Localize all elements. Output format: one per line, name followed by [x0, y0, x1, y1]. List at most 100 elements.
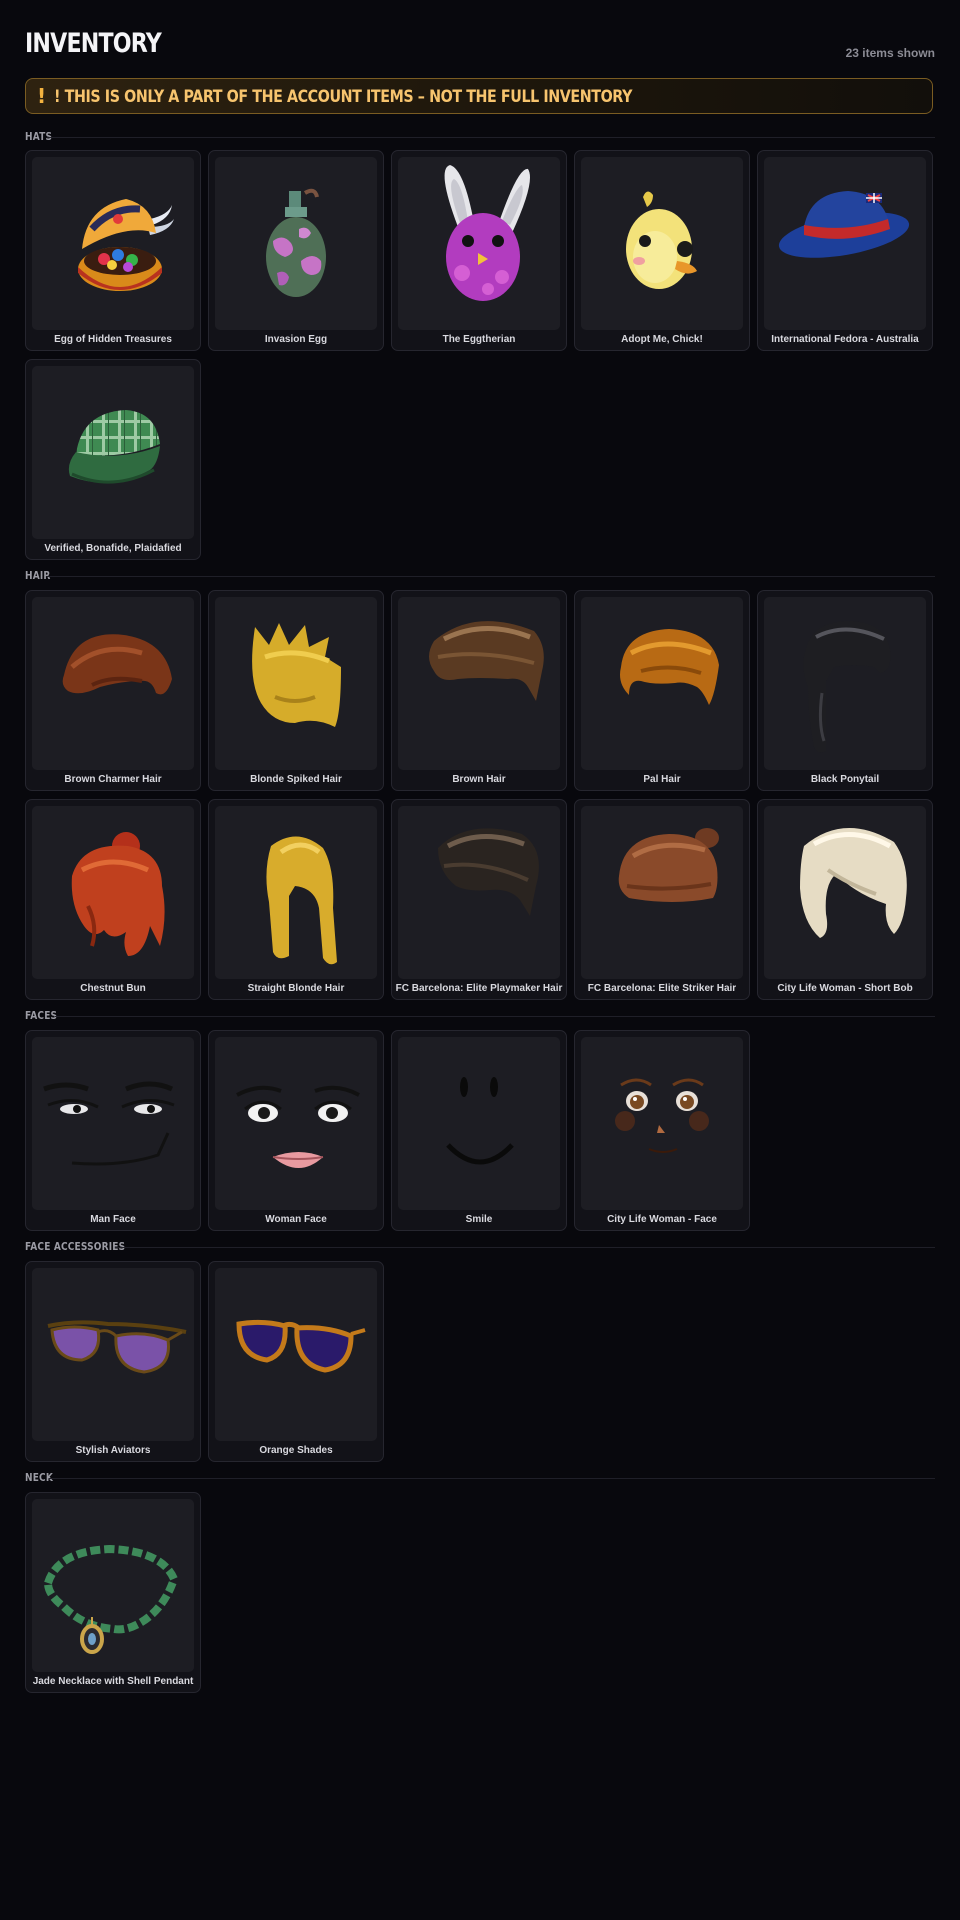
item-thumbnail	[581, 597, 743, 770]
item-card[interactable]: Orange Shades	[208, 1261, 384, 1462]
face-icon	[236, 1085, 360, 1168]
smile-icon	[446, 1077, 514, 1165]
item-card[interactable]: Chestnut Bun	[25, 799, 201, 1000]
item-name: Invasion Egg	[264, 334, 328, 345]
item-card[interactable]: Smile	[391, 1030, 567, 1231]
item-thumbnail	[32, 597, 194, 770]
item-name: FC Barcelona: Elite Striker Hair	[587, 983, 737, 994]
hair-icon	[800, 827, 907, 938]
item-name: Egg of Hidden Treasures	[54, 334, 172, 345]
face-icon	[43, 1081, 175, 1166]
item-card[interactable]: Man Face	[25, 1030, 201, 1231]
item-name: Jade Necklace with Shell Pendant	[32, 1676, 194, 1687]
plaid-cap-icon	[68, 410, 160, 484]
hair-icon	[62, 634, 172, 695]
section-divider	[47, 137, 935, 138]
item-card[interactable]: FC Barcelona: Elite Striker Hair	[574, 799, 750, 1000]
item-thumbnail	[764, 157, 926, 330]
fedora-icon	[778, 191, 910, 258]
item-card[interactable]: Adopt Me, Chick!	[574, 150, 750, 351]
item-thumbnail	[398, 1037, 560, 1210]
item-thumbnail	[215, 1268, 377, 1441]
item-thumbnail	[215, 1037, 377, 1210]
section-divider	[47, 576, 935, 577]
item-thumbnail	[32, 1268, 194, 1441]
item-thumbnail	[581, 157, 743, 330]
item-name: Straight Blonde Hair	[247, 983, 345, 994]
hair-icon	[803, 621, 891, 753]
item-card[interactable]: The Eggtherian	[391, 150, 567, 351]
hair-icon	[252, 623, 341, 727]
face-icon	[615, 1078, 709, 1153]
chick-icon	[626, 191, 697, 289]
item-name: Man Face	[90, 1214, 136, 1225]
exclamation-icon: !	[37, 84, 47, 108]
item-name: City Life Woman - Face	[607, 1214, 717, 1225]
item-name: Woman Face	[265, 1214, 327, 1225]
item-thumbnail	[215, 157, 377, 330]
item-name: Brown Hair	[452, 774, 506, 785]
item-name: FC Barcelona: Elite Playmaker Hair	[395, 983, 563, 994]
item-name: Adopt Me, Chick!	[621, 334, 703, 345]
section-face-accessories: FACE ACCESSORIES	[25, 1240, 935, 1254]
items-count: 23 items shown	[845, 46, 935, 60]
section-title: FACES	[25, 1009, 58, 1022]
hair-icon	[429, 621, 544, 701]
section-faces: FACES	[25, 1009, 935, 1023]
item-name: City Life Woman - Short Bob	[777, 983, 913, 994]
necklace-icon	[43, 1544, 179, 1654]
item-card[interactable]: Invasion Egg	[208, 150, 384, 351]
item-thumbnail	[32, 806, 194, 979]
item-card[interactable]: City Life Woman - Face	[574, 1030, 750, 1231]
item-thumbnail	[581, 1037, 743, 1210]
item-thumbnail	[398, 597, 560, 770]
item-thumbnail	[398, 157, 560, 330]
section-hair: HAIR	[25, 569, 935, 583]
section-neck: NECK	[25, 1471, 935, 1485]
section-title: FACE ACCESSORIES	[25, 1240, 126, 1253]
warning-banner: ! ! THIS IS ONLY A PART OF THE ACCOUNT I…	[25, 78, 933, 114]
item-card[interactable]: Straight Blonde Hair	[208, 799, 384, 1000]
hair-icon	[618, 828, 719, 902]
warning-text: ! THIS IS ONLY A PART OF THE ACCOUNT ITE…	[54, 87, 632, 107]
hair-icon	[71, 832, 165, 956]
item-card[interactable]: Verified, Bonafide, Plaidafied	[25, 359, 201, 560]
hair-icon	[438, 828, 539, 916]
section-divider	[55, 1016, 935, 1017]
item-name: Chestnut Bun	[80, 983, 146, 994]
page-title: INVENTORY	[25, 28, 162, 59]
item-card[interactable]: Egg of Hidden Treasures	[25, 150, 201, 351]
item-card[interactable]: Black Ponytail	[757, 590, 933, 791]
item-card[interactable]: Brown Charmer Hair	[25, 590, 201, 791]
aviators-icon	[47, 1320, 187, 1374]
item-thumbnail	[32, 1499, 194, 1672]
item-name: Blonde Spiked Hair	[250, 774, 342, 785]
item-thumbnail	[764, 597, 926, 770]
shades-icon	[236, 1319, 366, 1373]
item-card[interactable]: Jade Necklace with Shell Pendant	[25, 1492, 201, 1693]
item-thumbnail	[215, 597, 377, 770]
item-card[interactable]: Stylish Aviators	[25, 1261, 201, 1462]
item-card[interactable]: City Life Woman - Short Bob	[757, 799, 933, 1000]
golden-egg-icon	[78, 199, 174, 291]
item-thumbnail	[764, 806, 926, 979]
item-name: Brown Charmer Hair	[64, 774, 162, 785]
item-card[interactable]: International Fedora - Australia	[757, 150, 933, 351]
item-card[interactable]: Brown Hair	[391, 590, 567, 791]
item-card[interactable]: Woman Face	[208, 1030, 384, 1231]
item-name: Black Ponytail	[810, 774, 880, 785]
item-card[interactable]: FC Barcelona: Elite Playmaker Hair	[391, 799, 567, 1000]
hair-icon	[620, 629, 719, 705]
item-thumbnail	[398, 806, 560, 979]
hair-icon	[266, 836, 337, 965]
item-thumbnail	[32, 1037, 194, 1210]
item-name: Verified, Bonafide, Plaidafied	[44, 543, 182, 554]
item-thumbnail	[581, 806, 743, 979]
item-card[interactable]: Pal Hair	[574, 590, 750, 791]
bunny-egg-icon	[444, 165, 530, 301]
warning-message: ! THIS IS ONLY A PART OF THE ACCOUNT ITE…	[54, 87, 633, 107]
item-card[interactable]: Blonde Spiked Hair	[208, 590, 384, 791]
inventory-page: INVENTORY 23 items shown ! ! THIS IS ONL…	[25, 0, 935, 1693]
header: INVENTORY 23 items shown	[25, 0, 935, 72]
item-name: International Fedora - Australia	[771, 334, 919, 345]
